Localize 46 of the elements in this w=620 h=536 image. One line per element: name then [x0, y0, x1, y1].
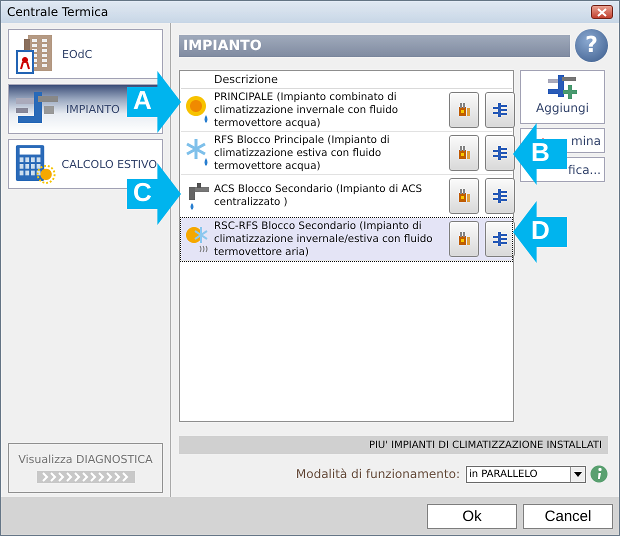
plant-description: PRINCIPALE (Impianto combinato di climatizzazione invernale con fluido termovettore acqua)	[214, 90, 400, 130]
callout-letter: D	[531, 215, 550, 246]
plant-description: ACS Blocco Secondario (Impianto di ACS centralizzato )	[214, 183, 424, 209]
pipes-icon	[492, 102, 508, 118]
plant-description: RFS Blocco Principale (Impianto di climatizzazione estiva con fluido termovettore acqua)	[214, 134, 391, 172]
chevrons-icon	[36, 471, 134, 483]
generator-button[interactable]	[449, 178, 479, 214]
info-text: PIU' IMPIANTI DI CLIMATIZZAZIONE INSTALLATI	[368, 440, 602, 450]
plant-row[interactable]: RSC-RFS Blocco Secondario (Impianto di climatizzazione invernale/estiva con fluido termovettore aria)	[181, 218, 512, 261]
add-button[interactable]: Aggiungi	[520, 70, 605, 124]
plant-row[interactable]: PRINCIPALE (Impianto combinato di climatizzazione invernale con fluido termovettore acqua)	[181, 89, 512, 132]
close-button[interactable]	[591, 5, 613, 19]
boiler-icon	[456, 145, 472, 161]
snowflake-drop-icon	[184, 138, 210, 168]
column-header: Descrizione	[214, 73, 278, 88]
dialog-button[interactable]: Ok	[427, 504, 517, 528]
generator-button[interactable]	[449, 135, 479, 171]
window-title: Centrale Termica	[7, 5, 108, 19]
distribution-button[interactable]	[485, 92, 515, 128]
calculator-sun-icon	[14, 143, 56, 185]
generator-button[interactable]	[449, 221, 479, 257]
diagnostics-button[interactable]: Visualizza DIAGNOSTICA	[8, 443, 163, 493]
dialog-button[interactable]: Cancel	[523, 504, 613, 528]
callout-letter: A	[133, 85, 152, 116]
boiler-icon	[456, 231, 472, 247]
pipes-icon	[492, 145, 508, 161]
pipes-icon	[492, 231, 508, 247]
distribution-button[interactable]	[485, 221, 515, 257]
distribution-button[interactable]	[485, 178, 515, 214]
generator-button[interactable]	[449, 92, 479, 128]
distribution-button[interactable]	[485, 135, 515, 171]
dropdown-arrow-icon	[574, 472, 582, 476]
pipes-icon	[492, 188, 508, 204]
plant-description: RSC-RFS Blocco Secondario (Impianto di climatizzazione invernale/estiva con fluido termovettore aria)	[214, 220, 434, 258]
boiler-icon	[456, 188, 472, 204]
nav-button[interactable]: EOdC	[8, 29, 163, 79]
close-icon	[597, 8, 607, 16]
pipes-plus-icon	[546, 73, 580, 101]
plant-row[interactable]: RFS Blocco Principale (Impianto di climatizzazione estiva con fluido termovettore acqua)	[181, 132, 512, 175]
mode-label: Modalità di funzionamento:	[296, 467, 460, 481]
section-title: IMPIANTO	[183, 38, 262, 54]
boiler-icon	[456, 102, 472, 118]
mode-dropdown[interactable]: in PARALLELO	[466, 466, 586, 482]
sun-drop-icon	[184, 95, 210, 125]
info-icon[interactable]	[590, 465, 608, 483]
sun-snowflake-icon	[184, 224, 210, 254]
